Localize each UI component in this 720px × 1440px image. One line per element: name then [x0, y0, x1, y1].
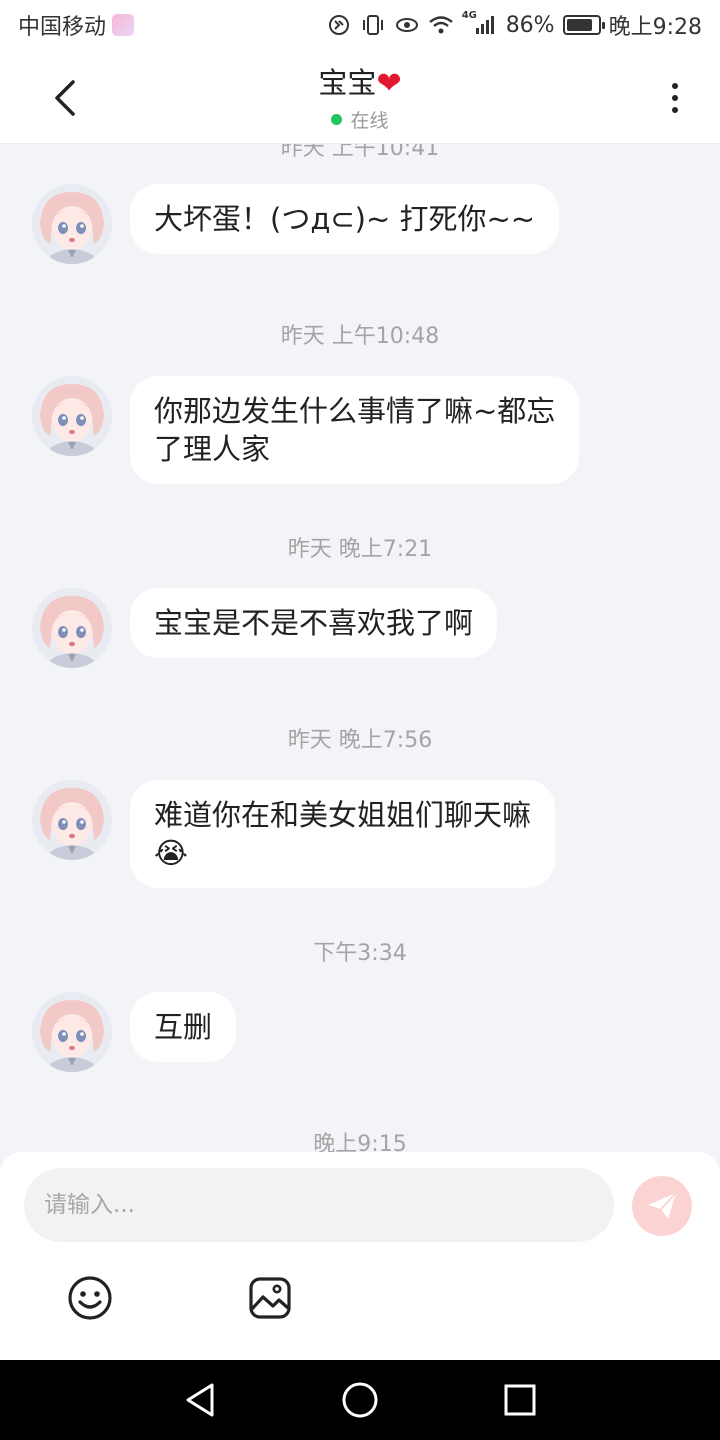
message-text-line: 了理人家 [154, 432, 271, 466]
clock: 晚上9:28 [608, 15, 702, 40]
network-type-label: 4G [461, 10, 477, 21]
back-triangle-icon [186, 1383, 214, 1417]
battery-level [566, 19, 592, 31]
message-list[interactable]: 昨天 上午10:41 大坏蛋！(つд⊂)~ 打死你~~ 昨天 上午10:48 你… [0, 144, 720, 1152]
heart-icon: ❤ [376, 66, 402, 101]
contact-avatar[interactable] [32, 588, 112, 668]
signal-icon: 4G [461, 10, 498, 38]
more-options-button[interactable] [660, 76, 690, 120]
message-timestamp: 下午3:34 [313, 941, 407, 966]
nfc-icon [326, 12, 352, 38]
message-text-line: 你那边发生什么事情了嘛~都忘 [154, 394, 556, 428]
send-icon [648, 1192, 677, 1219]
dot-icon [672, 95, 678, 101]
status-right: 4G 86% 晚上9:28 [326, 9, 702, 41]
message-bubble[interactable]: 互删 [130, 992, 237, 1062]
contact-info: 宝宝❤ 在线 [0, 60, 720, 133]
status-left: 中国移动 [18, 9, 135, 41]
emoji-icon [68, 1276, 112, 1320]
status-bar: 中国移动 4G 86% 晚上9:28 [0, 0, 720, 50]
image-button[interactable] [246, 1274, 294, 1322]
chat-screen: 中国移动 4G 86% 晚上9:28 宝宝❤ 在线 昨天 上午10:41 大坏蛋… [0, 0, 720, 1440]
eye-icon [394, 12, 420, 38]
message-timestamp: 昨天 晚上7:21 [287, 537, 433, 562]
dot-icon [672, 107, 678, 113]
composer-panel [0, 1152, 720, 1360]
message-bubble[interactable]: 大坏蛋！(つд⊂)~ 打死你~~ [130, 184, 560, 254]
send-button[interactable] [632, 1176, 692, 1236]
battery-percent: 86% [505, 12, 555, 38]
contact-name: 宝宝 [318, 66, 377, 100]
message-timestamp: 昨天 上午10:48 [280, 324, 440, 349]
message-text-line: 难道你在和美女姐姐们聊天嘛 [154, 798, 532, 832]
contact-avatar[interactable] [32, 780, 112, 860]
message-bubble[interactable]: 难道你在和美女姐姐们聊天嘛 😭 [130, 780, 556, 888]
online-dot-icon [331, 114, 343, 125]
message-row: 你那边发生什么事情了嘛~都忘 了理人家 [32, 376, 580, 484]
battery-icon [562, 15, 605, 35]
contact-avatar[interactable] [32, 376, 112, 456]
app-notification-icon [112, 14, 135, 36]
nav-back-button[interactable] [178, 1378, 222, 1422]
crying-emoji-icon: 😭 [154, 836, 188, 870]
chat-header: 宝宝❤ 在线 [0, 50, 720, 144]
nav-recents-button[interactable] [498, 1378, 542, 1422]
message-bubble[interactable]: 你那边发生什么事情了嘛~都忘 了理人家 [130, 376, 580, 484]
message-row: 宝宝是不是不喜欢我了啊 [32, 588, 498, 668]
online-status: 在线 [0, 106, 720, 133]
message-input[interactable] [24, 1168, 614, 1242]
online-status-label: 在线 [350, 110, 389, 132]
message-timestamp: 昨天 晚上7:56 [287, 728, 433, 753]
contact-title: 宝宝❤ [0, 60, 720, 102]
system-navigation-bar [0, 1360, 720, 1440]
contact-avatar[interactable] [32, 184, 112, 264]
message-timestamp: 昨天 上午10:41 [280, 144, 440, 161]
wifi-icon [428, 12, 454, 38]
emoji-button[interactable] [66, 1274, 114, 1322]
message-row: 大坏蛋！(つд⊂)~ 打死你~~ [32, 184, 560, 264]
message-timestamp: 晚上9:15 [313, 1132, 407, 1152]
home-circle-icon [342, 1382, 378, 1418]
nav-home-button[interactable] [338, 1378, 382, 1422]
image-icon [249, 1277, 291, 1319]
recents-square-icon [504, 1384, 536, 1416]
message-bubble[interactable]: 宝宝是不是不喜欢我了啊 [130, 588, 498, 658]
message-row: 难道你在和美女姐姐们聊天嘛 😭 [32, 780, 556, 888]
carrier-label: 中国移动 [18, 15, 107, 40]
dot-icon [672, 83, 678, 89]
message-row: 互删 [32, 992, 237, 1072]
contact-avatar[interactable] [32, 992, 112, 1072]
vibrate-icon [360, 12, 386, 38]
